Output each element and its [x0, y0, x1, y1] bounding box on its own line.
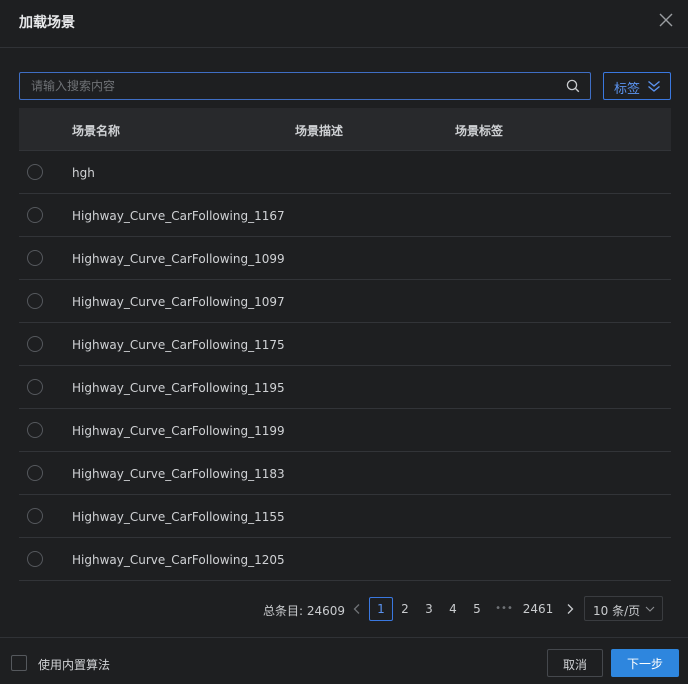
- table-row[interactable]: Highway_Curve_CarFollowing_1099: [19, 237, 671, 280]
- search-input[interactable]: [20, 73, 555, 99]
- search-box: [19, 72, 591, 100]
- scene-name: Highway_Curve_CarFollowing_1195: [72, 381, 285, 395]
- tag-filter-label: 标签: [614, 82, 641, 97]
- cancel-button-label: 取消: [562, 658, 587, 672]
- search-icon[interactable]: [566, 79, 580, 93]
- table-row[interactable]: Highway_Curve_CarFollowing_1167: [19, 194, 671, 237]
- pagination-total: 总条目: 24609: [263, 604, 346, 618]
- row-radio[interactable]: [27, 379, 43, 395]
- chevron-down-icon: [645, 606, 655, 612]
- scene-name: Highway_Curve_CarFollowing_1167: [72, 209, 285, 223]
- scene-name: Highway_Curve_CarFollowing_1205: [72, 553, 285, 567]
- next-button[interactable]: 下一步: [611, 649, 679, 677]
- table-row[interactable]: Highway_Curve_CarFollowing_1155: [19, 495, 671, 538]
- scene-name: Highway_Curve_CarFollowing_1099: [72, 252, 285, 266]
- close-icon[interactable]: [658, 12, 674, 28]
- row-radio[interactable]: [27, 207, 43, 223]
- row-radio[interactable]: [27, 508, 43, 524]
- scene-name: Highway_Curve_CarFollowing_1199: [72, 424, 285, 438]
- table-row[interactable]: Highway_Curve_CarFollowing_1175: [19, 323, 671, 366]
- page-size-value: 10 条/页: [593, 604, 641, 618]
- page-4[interactable]: 4: [445, 597, 461, 621]
- row-radio[interactable]: [27, 551, 43, 567]
- scene-name: Highway_Curve_CarFollowing_1155: [72, 510, 285, 524]
- column-header-name: 场景名称: [72, 124, 121, 138]
- dialog-footer: 使用内置算法 取消 下一步: [0, 637, 688, 684]
- page-5[interactable]: 5: [469, 597, 485, 621]
- builtin-algorithm-checkbox[interactable]: [11, 655, 27, 671]
- column-header-description: 场景描述: [295, 124, 344, 138]
- chevron-left-icon[interactable]: [351, 603, 363, 615]
- column-header-tags: 场景标签: [455, 124, 504, 138]
- table-row[interactable]: Highway_Curve_CarFollowing_1183: [19, 452, 671, 495]
- scene-name: Highway_Curve_CarFollowing_1183: [72, 467, 285, 481]
- builtin-algorithm-label: 使用内置算法: [38, 658, 111, 672]
- row-radio[interactable]: [27, 250, 43, 266]
- row-radio[interactable]: [27, 422, 43, 438]
- scene-name: Highway_Curve_CarFollowing_1097: [72, 295, 285, 309]
- load-scene-dialog: 加载场景 标签 场景名称 场景描述 场景标签 hgh Highway_Curve…: [0, 0, 688, 684]
- table-row[interactable]: Highway_Curve_CarFollowing_1199: [19, 409, 671, 452]
- table-row[interactable]: hgh: [19, 151, 671, 194]
- scene-name: hgh: [72, 166, 95, 180]
- page-ellipsis[interactable]: •••: [492, 597, 516, 621]
- table-header: 场景名称 场景描述 场景标签: [19, 108, 671, 151]
- scene-name: Highway_Curve_CarFollowing_1175: [72, 338, 285, 352]
- dialog-title: 加载场景: [19, 15, 75, 31]
- double-chevron-down-icon: [648, 80, 660, 92]
- tag-filter-button[interactable]: 标签: [603, 72, 671, 100]
- table-row[interactable]: Highway_Curve_CarFollowing_1195: [19, 366, 671, 409]
- row-radio[interactable]: [27, 465, 43, 481]
- table-row[interactable]: Highway_Curve_CarFollowing_1205: [19, 538, 671, 581]
- dialog-header: 加载场景: [0, 0, 688, 48]
- page-size-select[interactable]: 10 条/页: [584, 596, 663, 621]
- next-button-label: 下一步: [626, 657, 663, 671]
- row-radio[interactable]: [27, 293, 43, 309]
- page-2[interactable]: 2: [397, 597, 413, 621]
- page-3[interactable]: 3: [421, 597, 437, 621]
- page-1[interactable]: 1: [369, 597, 393, 621]
- row-radio[interactable]: [27, 164, 43, 180]
- cancel-button[interactable]: 取消: [547, 649, 603, 677]
- row-radio[interactable]: [27, 336, 43, 352]
- scene-table: 场景名称 场景描述 场景标签 hgh Highway_Curve_CarFoll…: [19, 108, 671, 581]
- page-last[interactable]: 2461: [522, 597, 554, 621]
- table-row[interactable]: Highway_Curve_CarFollowing_1097: [19, 280, 671, 323]
- chevron-right-icon[interactable]: [564, 603, 576, 615]
